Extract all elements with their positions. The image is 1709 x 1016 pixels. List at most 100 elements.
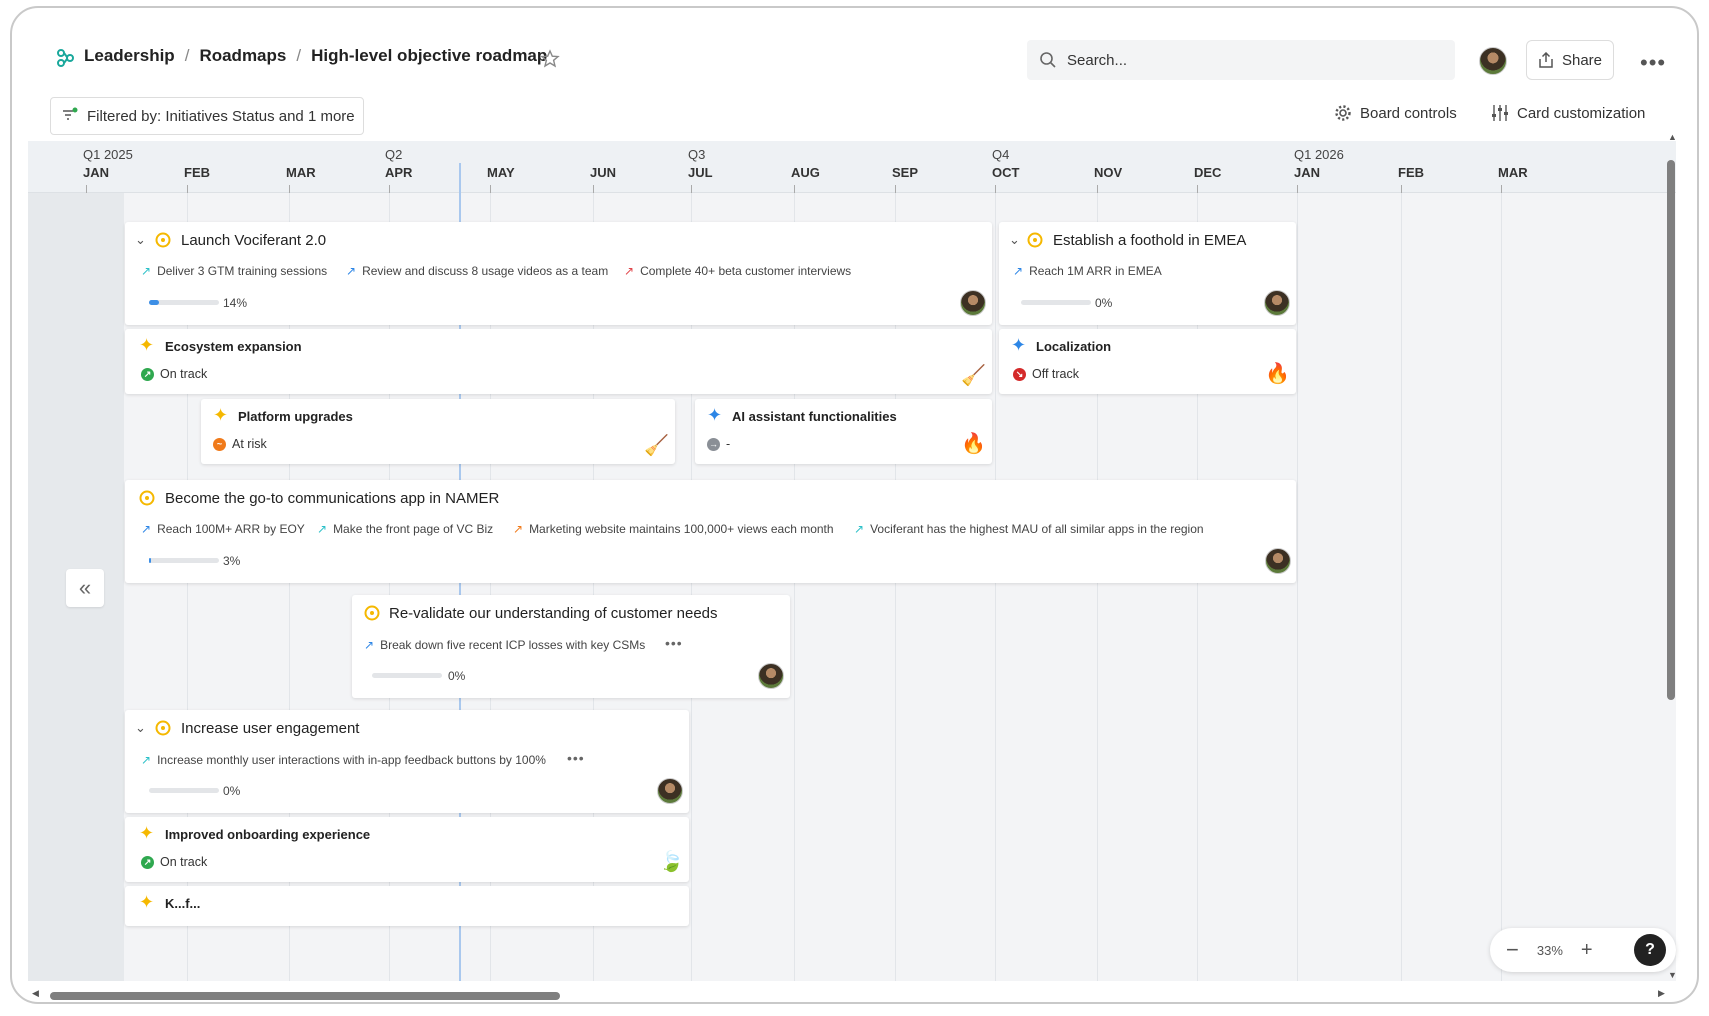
quarter-label: Q2 [385,147,403,162]
objective-icon [364,605,380,621]
trend-up-icon: ↗ [141,753,152,767]
more-key-results-icon[interactable]: ••• [665,635,683,651]
scroll-down-arrow[interactable]: ▼ [1668,970,1677,980]
card-customization-label: Card customization [1517,104,1646,122]
vertical-scrollbar[interactable] [1667,160,1675,700]
objective-card[interactable]: Become the go-to communications app in N… [125,480,1296,583]
progress-bar [149,558,219,563]
initiative-title: Ecosystem expansion [165,339,302,354]
month-label: MAR [1498,165,1528,180]
user-avatar[interactable] [1479,47,1507,75]
filter-button[interactable]: Filtered by: Initiatives Status and 1 mo… [50,97,364,135]
initiative-card[interactable]: ✦ Localization ↘ Off track 🔥 [999,329,1296,394]
key-result[interactable]: ↗ Make the front page of VC Biz [317,522,493,536]
progress-bar [372,673,442,678]
scroll-right-arrow[interactable]: ▶ [1658,988,1665,999]
card-customization-button[interactable]: Card customization [1491,104,1645,122]
status-badge: ↘ Off track [1013,367,1079,381]
broom-icon: 🧹 [961,365,986,387]
trend-up-icon: ↗ [513,522,524,536]
app-window: Leadership / Roadmaps / High-level objec… [10,6,1699,1004]
month-label: AUG [791,165,820,180]
filter-label: Filtered by: Initiatives Status and 1 mo… [87,107,355,125]
initiative-card[interactable]: ✦ Ecosystem expansion ↗ On track 🧹 [125,329,992,394]
initiative-title: Platform upgrades [238,409,353,424]
scroll-left-arrow[interactable]: ◀ [32,988,39,999]
owner-avatar[interactable] [960,290,986,316]
month-label: JUL [688,165,713,180]
help-icon[interactable]: ? [1634,934,1666,966]
month-label: FEB [184,165,210,180]
scroll-up-arrow[interactable]: ▲ [1668,132,1677,142]
fire-icon: 🔥 [1265,363,1290,385]
initiative-title: K...f... [165,896,201,911]
owner-avatar[interactable] [657,778,683,804]
key-result[interactable]: ↗ Increase monthly user interactions with… [141,753,546,767]
horizontal-scrollbar[interactable] [50,992,560,1000]
gear-icon [1335,105,1351,121]
board-controls-button[interactable]: Board controls [1334,104,1457,122]
off-track-icon: ↘ [1013,367,1026,381]
breadcrumb-item-leadership[interactable]: Leadership [84,46,175,66]
objective-card[interactable]: ⌄ Launch Vociferant 2.0 ↗ Deliver 3 GTM t… [125,222,992,325]
objective-card[interactable]: Re-validate our understanding of custome… [352,595,790,698]
initiative-card[interactable]: ✦ Platform upgrades ~ At risk 🧹 [201,399,675,464]
owner-avatar[interactable] [1265,548,1291,574]
key-result[interactable]: ↗ Reach 1M ARR in EMEA [1013,264,1162,278]
owner-avatar[interactable] [758,663,784,689]
share-button[interactable]: Share [1526,40,1614,80]
progress-bar [149,300,219,305]
sparkle-icon: ✦ [213,405,229,425]
key-result[interactable]: ↗ Marketing website maintains 100,000+ vi… [513,522,834,536]
timeline-header: Q1 2025 Q2 Q3 Q4 Q1 2026 JAN FEB MAR APR… [28,141,1676,193]
key-result[interactable]: ↗ Reach 100M+ ARR by EOY [141,522,305,536]
progress-bar [1021,300,1091,305]
key-result[interactable]: ↗ Vociferant has the highest MAU of all s… [854,522,1204,536]
objective-card[interactable]: ⌄ Establish a foothold in EMEA ↗ Reach 1M… [999,222,1296,325]
at-risk-icon: ~ [213,437,226,451]
search-input[interactable]: Search... [1027,40,1455,80]
chevron-down-icon[interactable]: ⌄ [135,720,146,736]
owner-avatar[interactable] [1264,290,1290,316]
objective-icon [1027,232,1043,248]
objective-title: Become the go-to communications app in N… [165,490,500,507]
initiative-card[interactable]: ✦ Improved onboarding experience ↗ On tra… [125,817,689,882]
month-label: APR [385,165,413,180]
breadcrumb-separator: / [184,46,190,65]
status-badge: ~ At risk [213,437,267,451]
no-status-icon: → [707,437,720,451]
breadcrumb-item-roadmaps[interactable]: Roadmaps [199,46,286,66]
quarter-label: Q4 [992,147,1010,162]
sparkle-icon: ✦ [139,892,155,912]
objective-card[interactable]: ⌄ Increase user engagement ↗ Increase mon… [125,710,689,813]
favorite-star-icon[interactable] [540,49,560,69]
initiative-title: Localization [1036,339,1112,354]
month-label: SEP [892,165,919,180]
zoom-out-icon[interactable]: − [1506,937,1519,963]
board-controls-label: Board controls [1360,104,1457,122]
zoom-in-icon[interactable]: + [1581,939,1593,962]
key-result[interactable]: ↗ Break down five recent ICP losses with … [364,638,645,652]
trend-up-icon: ↗ [317,522,328,536]
collapse-sidebar-button[interactable]: « [66,569,104,607]
breadcrumb-separator: / [296,46,302,65]
key-result[interactable]: ↗ Complete 40+ beta customer interviews [624,264,851,278]
more-key-results-icon[interactable]: ••• [567,750,585,766]
month-label: JAN [1294,165,1321,180]
objective-title: Increase user engagement [181,720,360,737]
key-result[interactable]: ↗ Deliver 3 GTM training sessions [141,264,327,278]
chevron-down-icon[interactable]: ⌄ [135,232,146,248]
chevron-down-icon[interactable]: ⌄ [1009,232,1020,248]
quarter-label: Q1 2026 [1294,147,1344,162]
key-result[interactable]: ↗ Review and discuss 8 usage videos as a … [346,264,608,278]
initiative-title: Improved onboarding experience [165,827,371,842]
more-options-icon[interactable]: ••• [1640,50,1666,76]
filter-icon [63,107,78,120]
progress-label: 3% [223,554,241,568]
trend-up-icon: ↗ [141,264,152,278]
initiative-card[interactable]: ✦ K...f... [125,886,689,926]
initiative-card[interactable]: ✦ AI assistant functionalities → - 🔥 [695,399,992,464]
fire-icon: 🔥 [961,433,986,455]
trend-up-icon: ↗ [364,638,375,652]
month-label: OCT [992,165,1020,180]
